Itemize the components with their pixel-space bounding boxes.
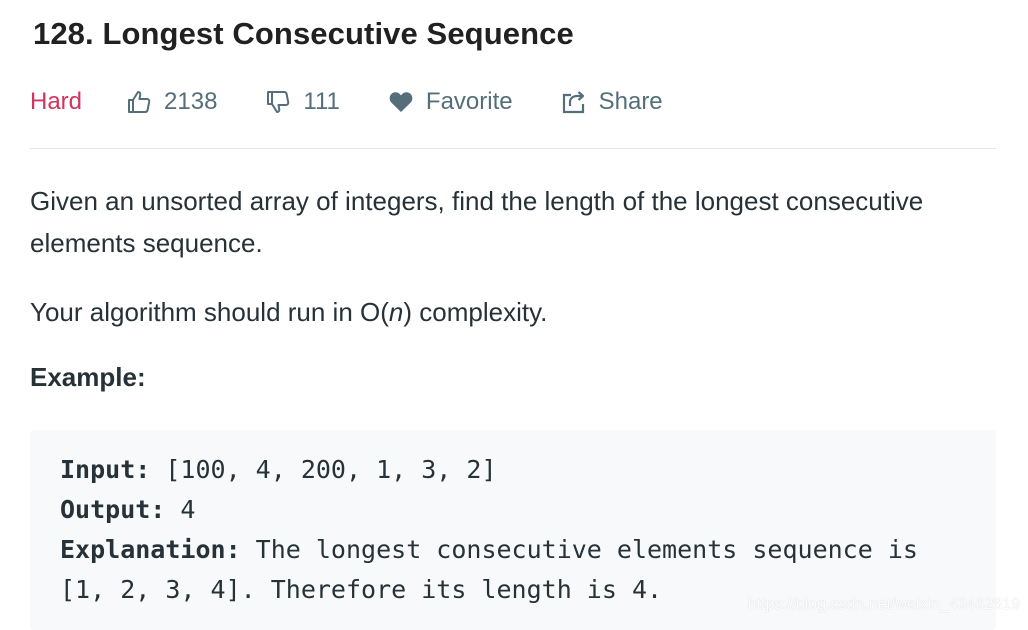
problem-title: 128. Longest Consecutive Sequence xyxy=(33,16,574,51)
input-label: Input: xyxy=(60,455,151,484)
complexity-paragraph: Your algorithm should run in O(n) comple… xyxy=(30,291,930,333)
explanation-label: Explanation: xyxy=(60,535,241,564)
divider xyxy=(30,148,996,149)
example-code: Input: [100, 4, 200, 1, 3, 2] Output: 4 … xyxy=(60,450,918,610)
output-value: 4 xyxy=(165,495,196,524)
watermark: https://blog.csdn.net/weixin_43462819 xyxy=(747,596,1020,613)
heart-icon xyxy=(388,89,426,115)
like-count: 2138 xyxy=(164,88,218,115)
output-label: Output: xyxy=(60,495,166,524)
share-label: Share xyxy=(598,88,663,115)
problem-meta-bar: Hard 2138 111 Favorite Share xyxy=(30,82,830,122)
favorite-label: Favorite xyxy=(425,88,513,115)
complexity-variable: n xyxy=(388,297,404,327)
difficulty-badge: Hard xyxy=(30,88,83,115)
complexity-suffix: ) complexity. xyxy=(403,297,548,327)
explanation-value: The longest consecutive elements sequenc… xyxy=(240,535,918,564)
complexity-prefix: Your algorithm should run in O( xyxy=(30,297,389,327)
thumbs-down-icon xyxy=(265,89,303,115)
thumbs-up-icon xyxy=(126,89,164,115)
description-paragraph: Given an unsorted array of integers, fin… xyxy=(30,186,924,258)
share-button[interactable]: Share xyxy=(561,88,663,116)
favorite-button[interactable]: Favorite xyxy=(388,88,513,116)
example-heading: Example: xyxy=(30,362,146,392)
input-value: [100, 4, 200, 1, 3, 2] xyxy=(150,455,497,484)
dislike-count: 111 xyxy=(303,88,340,115)
dislike-button[interactable]: 111 xyxy=(265,88,340,116)
explanation-line2: [1, 2, 3, 4]. Therefore its length is 4. xyxy=(60,575,663,604)
share-icon xyxy=(561,89,599,115)
like-button[interactable]: 2138 xyxy=(126,88,217,116)
